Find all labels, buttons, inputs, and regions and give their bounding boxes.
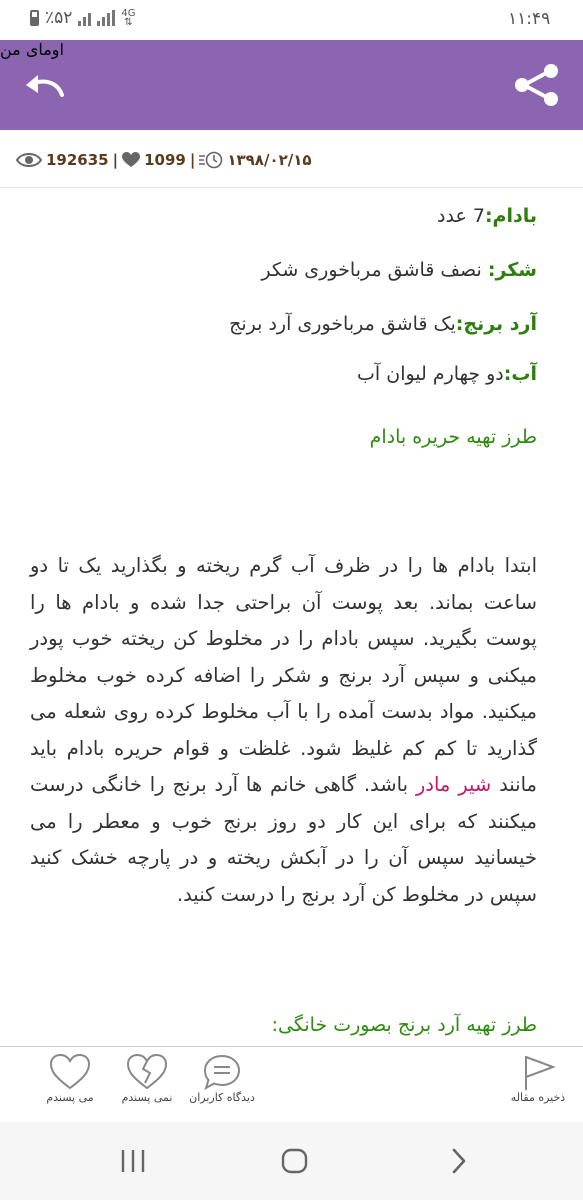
back-icon[interactable]	[444, 1144, 474, 1178]
article-paragraph: ابتدا بادام ها را در ظرف آب گرم ریخته و …	[30, 548, 537, 913]
ingredient-value: دو چهارم لیوان آب	[357, 363, 504, 385]
ingredient-value: نصف قاشق مرباخوری شکر	[261, 259, 488, 281]
heart-outline-icon	[49, 1053, 91, 1090]
flag-icon	[525, 1056, 556, 1090]
divider: |	[112, 151, 119, 169]
comments-label: دیدگاه کاربران	[189, 1091, 255, 1104]
battery-level: ٪۵۲	[45, 8, 73, 28]
signal-icon	[97, 10, 116, 26]
heart-icon	[122, 152, 141, 167]
signal-icon	[78, 10, 92, 26]
save-article-label: ذخیره مقاله	[510, 1091, 566, 1104]
article-link[interactable]: شیر مادر	[416, 773, 491, 796]
status-bar: ٪۵۲ 4G ⇅ ۱۱:۴۹	[0, 0, 583, 40]
back-arrow-icon[interactable]	[22, 73, 66, 99]
view-count: 192635	[46, 151, 109, 169]
network-type: 4G ⇅	[121, 8, 136, 28]
app-title: اومای من	[0, 40, 64, 59]
divider	[0, 187, 583, 188]
ingredient-value: 7 عدد	[437, 205, 485, 227]
comments-button[interactable]: دیدگاه کاربران	[184, 1053, 260, 1104]
ingredient-name: آب:	[503, 363, 537, 385]
home-icon[interactable]	[278, 1144, 312, 1178]
ingredient-value: یک قاشق مرباخوری آرد برنج	[229, 313, 456, 335]
like-button[interactable]: می پسندم	[40, 1053, 100, 1104]
section-heading: طرز تهیه حریره بادام	[369, 426, 537, 448]
article-meta: 192635 | 1099 | ۱۳۹۸/۰۲/۱۵	[16, 148, 312, 172]
section-heading: طرز تهیه آرد برنج بصورت خانگی:	[271, 1014, 537, 1036]
dislike-button[interactable]: نمی پسندم	[112, 1053, 182, 1104]
dislike-label: نمی پسندم	[121, 1091, 173, 1104]
paragraph-text: ابتدا بادام ها را در ظرف آب گرم ریخته و …	[30, 554, 537, 796]
share-icon[interactable]	[512, 63, 562, 107]
bottom-action-bar: می پسندم نمی پسندم دیدگاه کاربران ذخیره …	[0, 1046, 583, 1123]
eye-icon	[16, 153, 42, 167]
like-label: می پسندم	[46, 1091, 94, 1104]
ingredient-row: شکر: نصف قاشق مرباخوری شکر	[261, 256, 537, 284]
divider: |	[189, 151, 196, 169]
battery-icon	[30, 10, 39, 26]
status-left: ٪۵۲ 4G ⇅	[30, 8, 136, 28]
ingredient-name: شکر:	[487, 259, 537, 281]
comment-icon	[203, 1054, 241, 1091]
publish-date: ۱۳۹۸/۰۲/۱۵	[227, 151, 312, 169]
recent-apps-icon[interactable]	[118, 1144, 148, 1178]
like-count: 1099	[144, 151, 186, 169]
ingredient-row: بادام:7 عدد	[437, 202, 537, 230]
status-time: ۱۱:۴۹	[508, 9, 551, 29]
ingredient-name: آرد برنج:	[455, 313, 537, 335]
system-nav-bar	[0, 1122, 583, 1200]
ingredient-name: بادام:	[484, 205, 537, 227]
ingredient-row: آب:دو چهارم لیوان آب	[357, 360, 537, 388]
save-article-button[interactable]: ذخیره مقاله	[505, 1053, 571, 1104]
clock-icon	[199, 151, 223, 169]
ingredient-row: آرد برنج:یک قاشق مرباخوری آرد برنج	[229, 310, 537, 338]
broken-heart-icon	[126, 1053, 168, 1090]
app-bar	[0, 40, 583, 130]
